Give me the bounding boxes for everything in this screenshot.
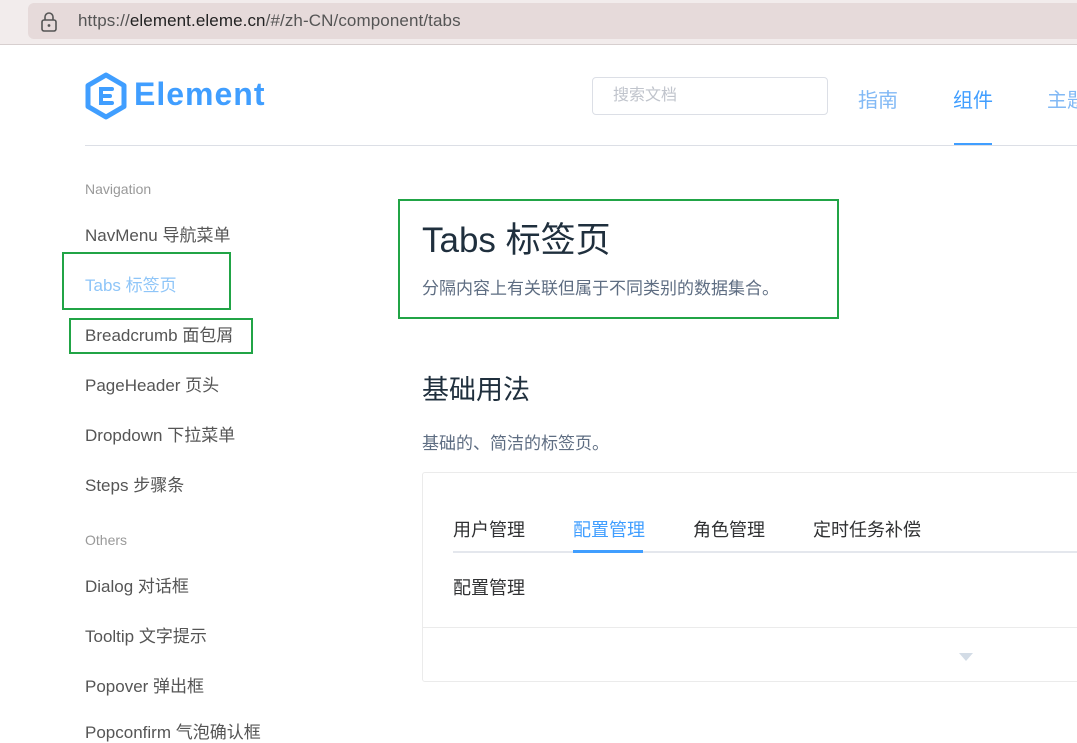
sidebar-item-pageheader[interactable]: PageHeader 页头 [85,371,219,396]
demo-divider [423,627,1077,628]
section-title: 基础用法 [422,375,530,405]
tab-active-bar [573,550,643,553]
caret-down-icon[interactable] [959,653,973,661]
sidebar-item-navmenu[interactable]: NavMenu 导航菜单 [85,221,230,246]
search-input[interactable] [611,78,815,114]
sidebar-item-tooltip[interactable]: Tooltip 文字提示 [85,622,207,647]
sidebar-group-others: Others [85,532,128,548]
sidebar-group-navigation: Navigation [85,181,152,197]
nav-theme[interactable]: 主题 [1047,84,1077,113]
tab-config-management[interactable]: 配置管理 [573,516,645,542]
element-logo-icon[interactable] [84,72,128,120]
tabs-nav-line [453,551,1077,553]
section-description: 基础的、简洁的标签页。 [422,434,609,453]
sidebar-item-popconfirm[interactable]: Popconfirm 气泡确认框 [85,718,261,743]
lock-icon[interactable] [40,12,58,32]
url-text[interactable]: https://element.eleme.cn/#/zh-CN/compone… [78,11,461,31]
page-title: Tabs 标签页 [422,221,611,260]
tab-scheduled-task[interactable]: 定时任务补偿 [813,516,921,542]
page-description: 分隔内容上有关联但属于不同类别的数据集合。 [422,279,779,298]
nav-component[interactable]: 组件 [953,84,993,113]
sidebar-item-dialog[interactable]: Dialog 对话框 [85,572,189,597]
search-box[interactable] [592,77,828,115]
tab-pane-content: 配置管理 [453,578,525,598]
header-divider [85,145,1077,146]
tab-user-management[interactable]: 用户管理 [453,516,525,542]
tab-role-management[interactable]: 角色管理 [693,516,765,542]
sidebar-item-steps[interactable]: Steps 步骤条 [85,471,184,496]
sidebar-item-dropdown[interactable]: Dropdown 下拉菜单 [85,421,235,446]
highlight-box-tabs [62,252,231,310]
highlight-box-breadcrumb [69,318,253,354]
nav-guide[interactable]: 指南 [858,84,898,113]
sidebar-item-popover[interactable]: Popover 弹出框 [85,672,204,697]
logo-text[interactable]: Element [134,76,265,113]
